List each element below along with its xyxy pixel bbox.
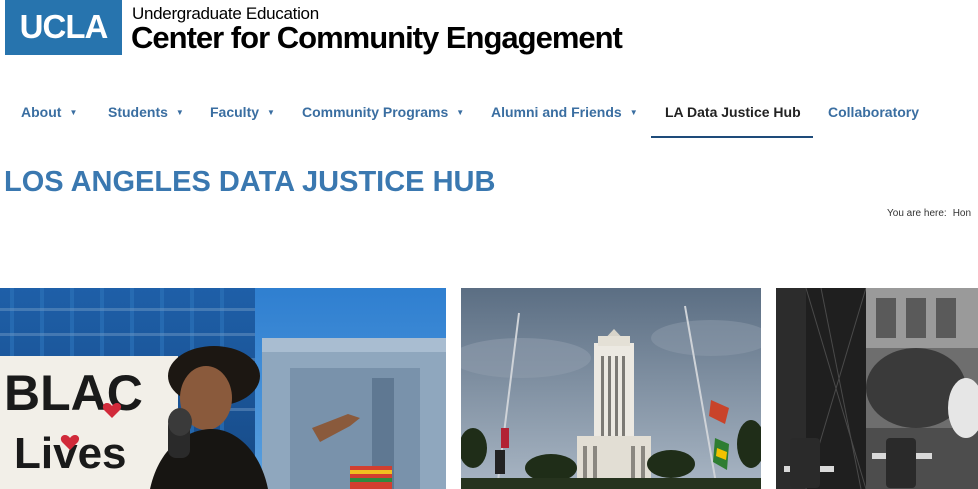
nav-item-faculty[interactable]: Faculty ▼ (210, 88, 275, 136)
chevron-down-icon: ▼ (629, 107, 638, 117)
nav-label: Alumni and Friends (491, 104, 622, 120)
nav-item-collaboratory[interactable]: Collaboratory (828, 88, 919, 136)
site-title[interactable]: Center for Community Engagement (131, 20, 623, 56)
nav-label: LA Data Justice Hub (665, 104, 801, 120)
chevron-down-icon: ▼ (175, 107, 184, 117)
ucla-logo[interactable]: UCLA (5, 0, 122, 55)
cafe-image (776, 288, 978, 489)
chevron-down-icon: ▼ (456, 107, 465, 117)
photo-cafe[interactable] (776, 288, 978, 489)
nav-label: About (21, 104, 62, 120)
nav-item-alumni-and-friends[interactable]: Alumni and Friends ▼ (491, 88, 638, 136)
nav-item-about[interactable]: About ▼ (21, 88, 77, 136)
photo-protest[interactable]: BLAC Lives (0, 288, 446, 489)
breadcrumb-home-link[interactable]: Hon (953, 208, 971, 219)
sign-text-line2: Lives (14, 429, 127, 478)
photo-city-hall[interactable] (461, 288, 761, 489)
nav-label: Faculty (210, 104, 260, 120)
nav-label: Students (108, 104, 168, 120)
site-header: UCLA Undergraduate Education Center for … (0, 0, 978, 70)
city-hall-image (461, 288, 761, 489)
nav-item-students[interactable]: Students ▼ (108, 88, 184, 136)
chevron-down-icon: ▼ (267, 107, 275, 117)
protest-image: BLAC Lives (0, 288, 446, 489)
main-nav: About ▼ Students ▼ Faculty ▼ Community P… (0, 88, 978, 138)
chevron-down-icon: ▼ (69, 107, 78, 117)
sign-text-line1: BLAC (4, 365, 143, 421)
nav-label: Community Programs (302, 104, 449, 120)
nav-label: Collaboratory (828, 104, 920, 120)
ucla-logo-text: UCLA (19, 8, 109, 45)
nav-item-community-programs[interactable]: Community Programs ▼ (302, 88, 464, 136)
breadcrumb-prefix: You are here: (887, 208, 947, 219)
breadcrumb: You are here: Hon (887, 208, 971, 219)
page-title: LOS ANGELES DATA JUSTICE HUB (4, 166, 496, 198)
nav-item-la-data-justice-hub[interactable]: LA Data Justice Hub (651, 88, 813, 138)
